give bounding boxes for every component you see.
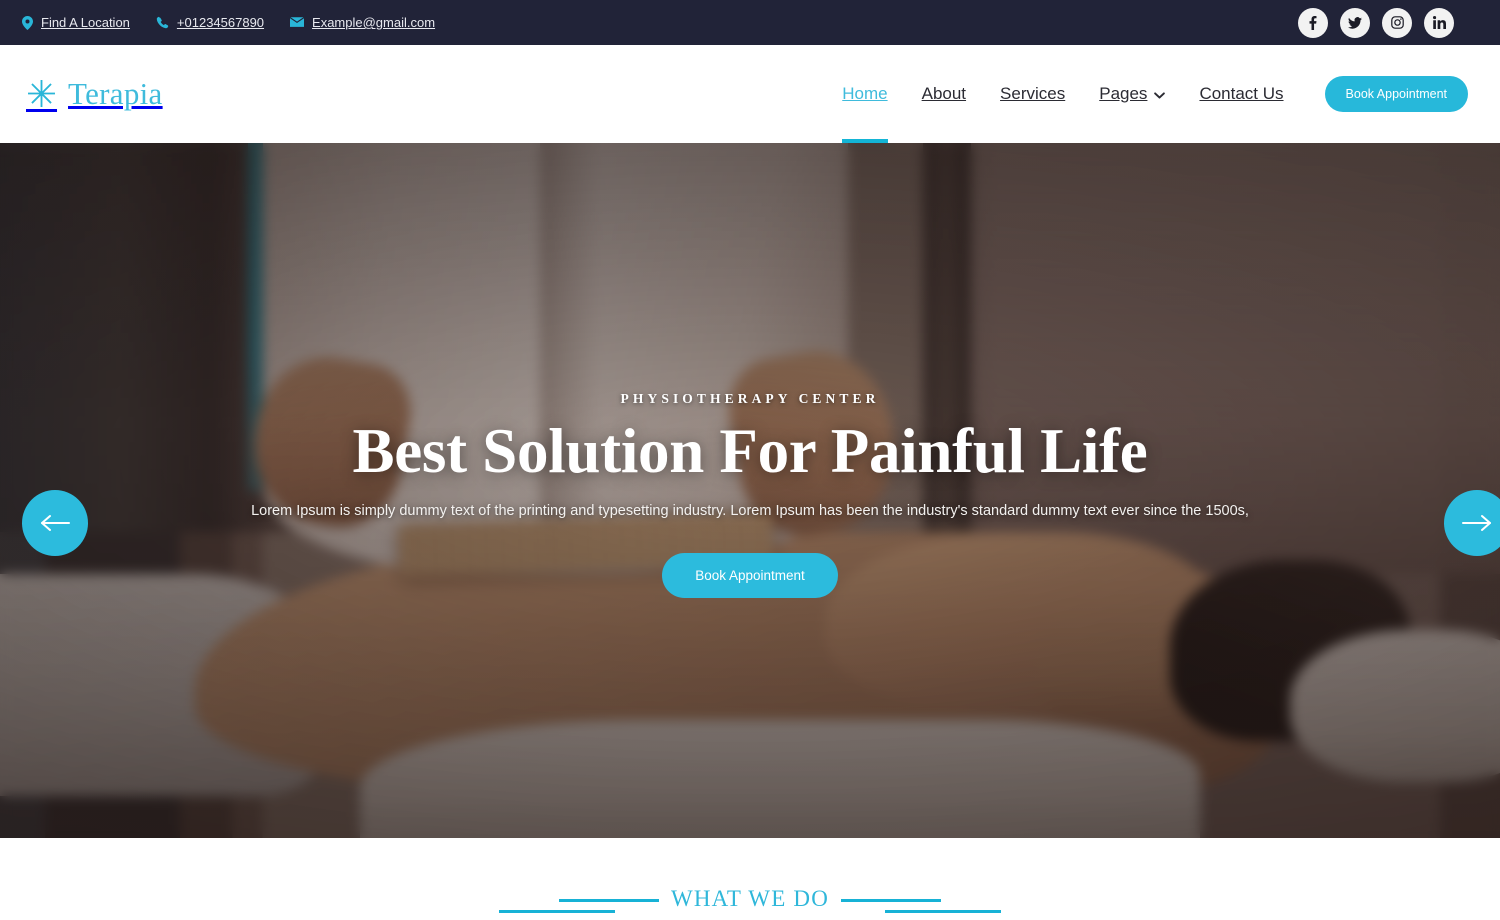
hero-subtitle: Lorem Ipsum is simply dummy text of the … [251,503,1249,520]
chevron-down-icon [1154,84,1166,104]
instagram-icon[interactable] [1382,7,1412,38]
carousel-prev-button[interactable] [22,490,88,556]
find-location-link[interactable]: Find A Location [22,15,130,30]
nav-label-contact-us: Contact Us [1199,84,1284,103]
section-heading: WHAT WE DO [498,886,1002,914]
facebook-icon[interactable] [1298,7,1328,38]
nav-label-pages: Pages [1099,84,1148,103]
section-decor-right [841,888,1002,914]
nav-label-about: About [921,84,967,103]
logo-text: Terapia [68,76,163,111]
main-navigation: Home About Services Pages Contact Us Boo… [825,45,1468,143]
site-header: ✳ Terapia Home About Services Pages Cont… [0,45,1500,143]
nav-item-services[interactable]: Services [983,45,1082,143]
email-link[interactable]: Example@gmail.com [290,15,435,30]
top-contact-bar: Find A Location +01234567890 Example@gma… [0,0,1500,45]
linkedin-icon[interactable] [1424,7,1454,38]
phone-icon [156,16,169,29]
phone-link[interactable]: +01234567890 [156,15,264,30]
hero-content: PHYSIOTHERAPY CENTER Best Solution For P… [0,143,1500,838]
section-title: WHAT WE DO [670,886,830,911]
nav-label-services: Services [1000,84,1066,103]
social-links [1298,7,1476,38]
nav-item-about[interactable]: About [905,45,983,143]
hero-eyebrow: PHYSIOTHERAPY CENTER [620,390,880,406]
hero-title: Best Solution For Painful Life [352,415,1148,486]
twitter-icon[interactable] [1340,7,1370,38]
nav-item-pages[interactable]: Pages [1082,45,1182,143]
asterisk-logo-icon: ✳ [26,72,58,116]
top-contact-info: Find A Location +01234567890 Example@gma… [22,15,435,30]
nav-item-home[interactable]: Home [825,45,904,143]
envelope-icon [290,17,305,28]
header-book-appointment-button[interactable]: Book Appointment [1324,76,1468,112]
what-we-do-section: WHAT WE DO [0,838,1500,920]
hero-carousel: PHYSIOTHERAPY CENTER Best Solution For P… [0,143,1500,838]
site-logo[interactable]: ✳ Terapia [26,76,163,113]
nav-label-home: Home [842,84,888,103]
section-decor-left [498,888,659,914]
find-location-label: Find A Location [41,15,130,30]
map-pin-icon [22,15,33,30]
arrow-left-icon [40,513,70,533]
email-label: Example@gmail.com [312,15,436,30]
phone-label: +01234567890 [176,15,265,30]
nav-item-contact-us[interactable]: Contact Us [1182,45,1300,143]
hero-book-appointment-button[interactable]: Book Appointment [662,553,838,599]
arrow-right-icon [1462,513,1492,533]
